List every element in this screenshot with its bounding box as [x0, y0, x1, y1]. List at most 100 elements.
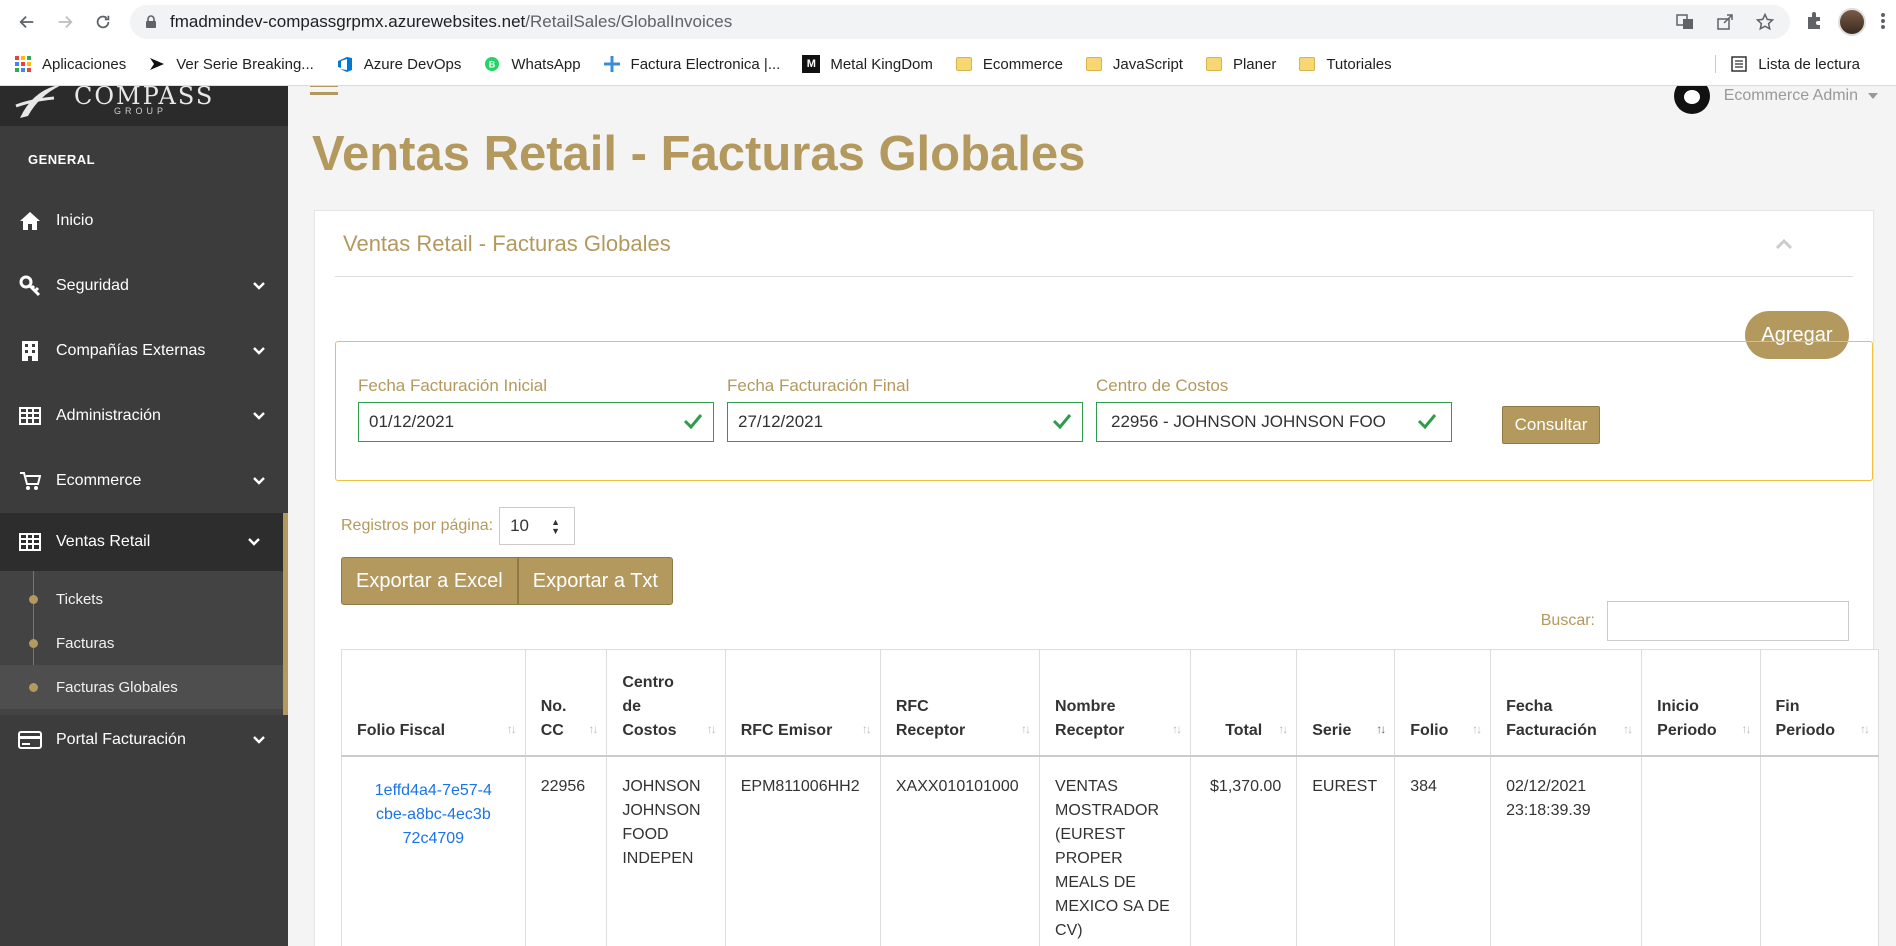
cell-total: $1,370.00	[1190, 755, 1298, 946]
records-label: Registros por página:	[341, 517, 494, 534]
col-nombre-receptor[interactable]: Nombre Receptor ↑↓	[1039, 649, 1192, 757]
export-txt-button[interactable]: Exportar a Txt	[517, 557, 673, 605]
azure-devops-icon	[336, 55, 354, 73]
table-icon	[18, 530, 42, 554]
profile-avatar[interactable]	[1838, 8, 1866, 36]
sort-desc-icon: ↑↓	[1376, 721, 1386, 736]
sort-icon: ↑↓	[1278, 721, 1288, 736]
col-rfc-emisor[interactable]: RFC Emisor ↑↓	[724, 649, 881, 757]
bookmark-javascript[interactable]: JavaScript	[1085, 55, 1183, 73]
sidebar-item-portal-facturacion[interactable]: Portal Facturación	[0, 715, 288, 765]
back-arrow-icon[interactable]	[10, 5, 44, 39]
sidebar-item-ecommerce[interactable]: Ecommerce	[0, 448, 288, 513]
sort-icon: ↑↓	[1741, 721, 1752, 736]
panel-header: Ventas Retail - Facturas Globales	[335, 211, 1853, 277]
bookmark-factura[interactable]: Factura Electronica |...	[603, 55, 780, 73]
col-inicio-periodo[interactable]: Inicio Periodo ↑↓	[1641, 649, 1761, 757]
chevron-down-icon	[253, 281, 265, 290]
main-content: Ecommerce Admin Ventas Retail - Facturas…	[288, 86, 1896, 946]
filter-cost-center: Centro de Costos 22956 - JOHNSON JOHNSON…	[1096, 376, 1452, 442]
sort-icon: ↑↓	[588, 721, 598, 736]
filter-end-date: Fecha Facturación Final 27/12/2021	[727, 376, 1083, 442]
url-path: /RetailSales/GlobalInvoices	[525, 12, 733, 31]
star-icon[interactable]	[1754, 11, 1776, 33]
cell-rfc-emisor: EPM811006HH2	[724, 755, 881, 946]
bookmark-aplicaciones[interactable]: Aplicaciones	[14, 55, 126, 73]
end-date-input[interactable]: 27/12/2021	[727, 402, 1083, 442]
folder-icon	[1205, 55, 1223, 73]
address-bar[interactable]: fmadmindev-compassgrpmx.azurewebsites.ne…	[130, 5, 1790, 39]
records-per-page: Registros por página: 10 ▲ ▼	[341, 507, 576, 545]
sidebar: COMPASS GROUP GENERAL Inicio Seguridad C…	[0, 86, 288, 946]
chevron-down-icon	[253, 411, 265, 420]
col-no-cc[interactable]: No. CC ↑↓	[524, 649, 608, 757]
col-folio[interactable]: Folio ↑↓	[1394, 649, 1492, 757]
cost-center-select[interactable]: 22956 - JOHNSON JOHNSON FOO	[1096, 402, 1452, 442]
search-box: Buscar:	[1541, 601, 1849, 641]
bookmark-metal-kingdom[interactable]: M Metal KingDom	[802, 55, 933, 73]
search-label: Buscar:	[1540, 612, 1595, 629]
sidebar-item-companias-externas[interactable]: Compañías Externas	[0, 318, 288, 383]
sidebar-subitem-facturas-globales[interactable]: Facturas Globales	[0, 665, 283, 709]
sidebar-subitem-facturas[interactable]: Facturas	[0, 621, 283, 665]
bookmark-breaking[interactable]: Ver Serie Breaking...	[148, 55, 314, 73]
end-date-label: Fecha Facturación Final	[727, 376, 910, 395]
building-icon	[18, 339, 42, 363]
topbar: Ecommerce Admin	[288, 86, 1896, 126]
col-fin-periodo[interactable]: Fin Periodo ↑↓	[1759, 649, 1880, 757]
chevron-down-icon	[248, 538, 260, 546]
col-serie[interactable]: Serie ↑↓	[1296, 649, 1396, 757]
search-input[interactable]	[1607, 601, 1849, 641]
bookmark-ecommerce[interactable]: Ecommerce	[955, 55, 1063, 73]
credit-card-icon	[18, 728, 42, 752]
table-header-row: Folio Fiscal ↑↓ No. CC ↑↓ Centro de Costos…	[341, 649, 1880, 757]
hamburger-menu-icon[interactable]	[310, 86, 338, 104]
sidebar-item-administracion[interactable]: Administración	[0, 383, 288, 448]
bookmark-whatsapp[interactable]: B WhatsApp	[483, 55, 581, 73]
sort-icon: ↑↓	[706, 721, 717, 736]
col-folio-fiscal[interactable]: Folio Fiscal ↑↓	[341, 649, 526, 757]
forward-arrow-icon[interactable]	[48, 5, 82, 39]
sort-icon: ↑↓	[1472, 721, 1482, 736]
invoices-panel: Ventas Retail - Facturas Globales Agrega…	[314, 210, 1880, 946]
consult-button[interactable]: Consultar	[1502, 406, 1600, 444]
table-row: 1effd4a4-7e57-4cbe-a8bc-4ec3b72c4709 229…	[341, 755, 1880, 946]
caret-down-icon	[1868, 93, 1878, 99]
brand-logo[interactable]: COMPASS GROUP	[0, 86, 288, 126]
bookmark-azure-devops[interactable]: Azure DevOps	[336, 55, 461, 73]
col-centro-costos[interactable]: Centro de Costos ↑↓	[606, 649, 726, 757]
sidebar-subitem-tickets[interactable]: Tickets	[0, 577, 283, 621]
sort-icon: ↑↓	[861, 721, 872, 736]
reading-list[interactable]: Lista de lectura	[1715, 55, 1860, 73]
sparkle-icon	[603, 55, 621, 73]
bookmark-tutoriales[interactable]: Tutoriales	[1298, 55, 1392, 73]
share-icon[interactable]	[1714, 11, 1736, 33]
sidebar-item-inicio[interactable]: Inicio	[0, 188, 288, 253]
user-name: Ecommerce Admin	[1723, 87, 1858, 104]
menu-dots-icon[interactable]	[1880, 11, 1886, 34]
filters-box: Fecha Facturación Inicial 01/12/2021 Fec…	[335, 341, 1873, 481]
chevron-down-icon	[253, 346, 265, 355]
cell-folio-fiscal-link[interactable]: 1effd4a4-7e57-4cbe-a8bc-4ec3b72c4709	[341, 755, 526, 946]
records-select[interactable]: 10 ▲ ▼	[499, 507, 576, 545]
extensions-icon[interactable]	[1804, 11, 1824, 34]
bookmark-planer[interactable]: Planer	[1205, 55, 1276, 73]
chevron-up-icon[interactable]	[1775, 238, 1793, 250]
brand-sub: GROUP	[114, 106, 168, 116]
cart-icon	[18, 469, 42, 493]
user-menu[interactable]: Ecommerce Admin	[1673, 86, 1878, 114]
cell-fin	[1759, 755, 1880, 946]
cell-rfc-receptor: XAXX010101000	[879, 755, 1041, 946]
sidebar-item-seguridad[interactable]: Seguridad	[0, 253, 288, 318]
chevron-down-icon	[253, 736, 265, 744]
col-fecha-facturacion[interactable]: Fecha Facturación ↑↓	[1490, 649, 1643, 757]
start-date-input[interactable]: 01/12/2021	[358, 402, 714, 442]
reload-icon[interactable]	[86, 5, 120, 39]
sidebar-item-ventas-retail[interactable]: Ventas Retail	[0, 513, 288, 571]
translate-icon[interactable]	[1674, 11, 1696, 33]
check-icon	[1052, 414, 1072, 429]
export-excel-button[interactable]: Exportar a Excel	[341, 557, 518, 605]
check-icon	[1417, 414, 1437, 429]
col-rfc-receptor[interactable]: RFC Receptor ↑↓	[879, 649, 1041, 757]
col-total[interactable]: Total ↑↓	[1190, 649, 1298, 757]
